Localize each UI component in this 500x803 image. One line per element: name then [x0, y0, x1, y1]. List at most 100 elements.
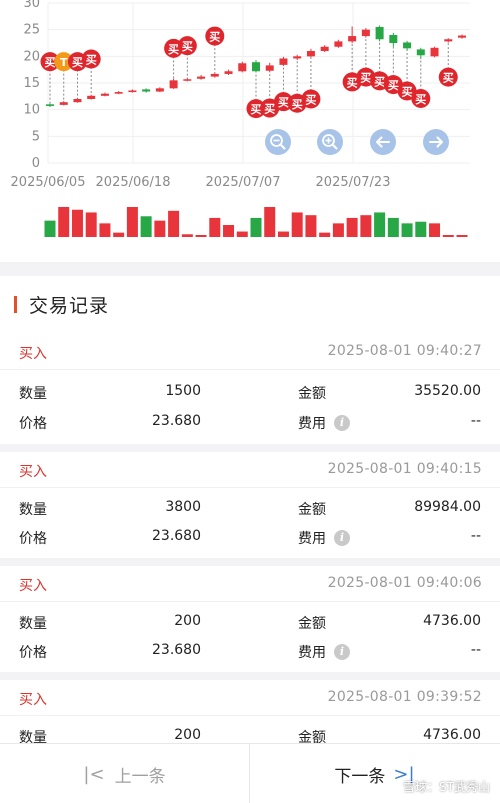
fee-value: -- [470, 642, 481, 658]
marker-label: 买 [292, 98, 303, 111]
volume-bar [236, 231, 248, 237]
volume-bar [264, 207, 276, 237]
y-tick-label: 30 [23, 0, 40, 11]
volume-bar [429, 223, 441, 237]
volume-bar [387, 217, 399, 237]
volume-bar [442, 235, 454, 237]
candle-body [334, 41, 343, 47]
candle-body [416, 49, 425, 56]
candle-body [46, 104, 54, 106]
trade-record-header: 买入 2025-08-01 09:40:15 [0, 452, 500, 488]
candle-body [224, 71, 233, 74]
trade-record[interactable]: 买入 2025-08-01 09:40:15 数量 3800 金额 89984.… [0, 452, 500, 558]
info-icon[interactable]: i [334, 530, 350, 546]
info-icon[interactable]: i [334, 415, 350, 431]
trade-record[interactable]: 买入 2025-08-01 09:39:52 数量 200 金额 4736.00 [0, 680, 500, 743]
volume-bar [113, 232, 125, 237]
volume-bar [44, 220, 56, 237]
fee-label: 费用 [298, 531, 326, 547]
candle-body [100, 93, 109, 96]
candle-body [320, 46, 329, 51]
kline-chart-svg[interactable]: 0 5 10 15 20 25 30 2025/06/05 2025/06/18 2025/07/… [0, 0, 500, 262]
candle-body [252, 62, 260, 72]
candle-body [210, 73, 219, 77]
volume-bar [319, 232, 331, 237]
y-tick-label: 20 [23, 49, 40, 64]
candle-body [265, 65, 274, 71]
candle-body [361, 29, 370, 37]
amount-value: 35520.00 [414, 383, 481, 399]
volume-bar [71, 209, 83, 237]
fee-label: 费用 [298, 645, 326, 661]
candle-body [73, 99, 82, 103]
candle-body [169, 80, 178, 89]
volume-bar [415, 221, 427, 237]
volume-bar [195, 235, 207, 237]
amount-value: 89984.00 [414, 499, 481, 515]
trade-type: 买入 [19, 464, 47, 480]
x-tick-label: 2025/07/23 [316, 175, 391, 190]
volume-bar [85, 212, 97, 237]
y-tick-label: 10 [23, 103, 40, 118]
amount-label: 金额 [298, 386, 326, 402]
volume-bar [291, 212, 303, 237]
y-tick-label: 5 [32, 129, 40, 144]
candle-body [348, 36, 357, 42]
trade-record[interactable]: 买入 2025-08-01 09:40:06 数量 200 金额 4736.00… [0, 566, 500, 672]
candle-body [238, 63, 247, 72]
candle-body [444, 39, 453, 42]
marker-label: 买 [305, 94, 316, 107]
qty-value: 1500 [165, 383, 201, 399]
record-separator [0, 558, 500, 566]
candle-body [142, 89, 151, 92]
candle-body [403, 42, 412, 49]
trade-record-header: 买入 2025-08-01 09:40:27 [0, 334, 500, 370]
volume-bar [374, 212, 386, 237]
volume-bar [305, 215, 317, 237]
x-tick-label: 2025/06/18 [96, 175, 171, 190]
info-icon[interactable]: i [334, 644, 350, 660]
marker-label: 买 [388, 79, 399, 92]
section-header: 交易记录 [14, 290, 109, 318]
marker-label: 买 [402, 86, 413, 99]
record-separator [0, 444, 500, 452]
volume-bar [401, 223, 413, 237]
candle-body [458, 35, 466, 38]
prev-record-button[interactable]: |< 上一条 [0, 744, 249, 803]
zoom-out-button[interactable] [265, 129, 291, 155]
volume-bar [209, 217, 221, 237]
trade-record[interactable]: 买入 2025-08-01 09:40:27 数量 1500 金额 35520.… [0, 334, 500, 444]
marker-label: 买 [251, 103, 262, 116]
y-tick-label: 15 [23, 76, 40, 91]
marker-label: 买 [360, 72, 371, 85]
candle-body [389, 35, 398, 43]
zoom-in-button[interactable] [317, 129, 343, 155]
amount-value: 4736.00 [423, 613, 481, 629]
volume-bar [223, 225, 235, 237]
scroll-right-button[interactable] [423, 129, 449, 155]
fee-label: 费用 [298, 416, 326, 432]
trade-record-header: 买入 2025-08-01 09:40:06 [0, 566, 500, 602]
marker-label: 买 [374, 75, 385, 88]
amount-label: 金额 [298, 730, 326, 743]
fee-value: -- [470, 528, 481, 544]
control-bg [317, 129, 343, 155]
candle-body [114, 92, 123, 94]
marker-label: 买 [182, 40, 193, 53]
candle-body [128, 90, 137, 93]
y-tick-label: 25 [23, 23, 40, 38]
trade-time: 2025-08-01 09:40:06 [327, 575, 482, 591]
marker-label: T [60, 56, 68, 69]
x-tick-label: 2025/07/07 [206, 175, 281, 190]
y-tick-label: 0 [32, 156, 40, 171]
price-value: 23.680 [152, 413, 201, 429]
volume-bar [277, 231, 289, 237]
scroll-left-button[interactable] [370, 129, 396, 155]
trade-time: 2025-08-01 09:40:15 [327, 461, 482, 477]
volume-bar [58, 207, 70, 237]
price-value: 23.680 [152, 642, 201, 658]
kline-chart[interactable]: 0 5 10 15 20 25 30 2025/06/05 2025/06/18 2025/07/… [0, 0, 500, 262]
section-separator [0, 262, 500, 276]
watermark: 雪球：ST武秀山 [403, 780, 490, 794]
trade-type: 买入 [19, 578, 47, 594]
